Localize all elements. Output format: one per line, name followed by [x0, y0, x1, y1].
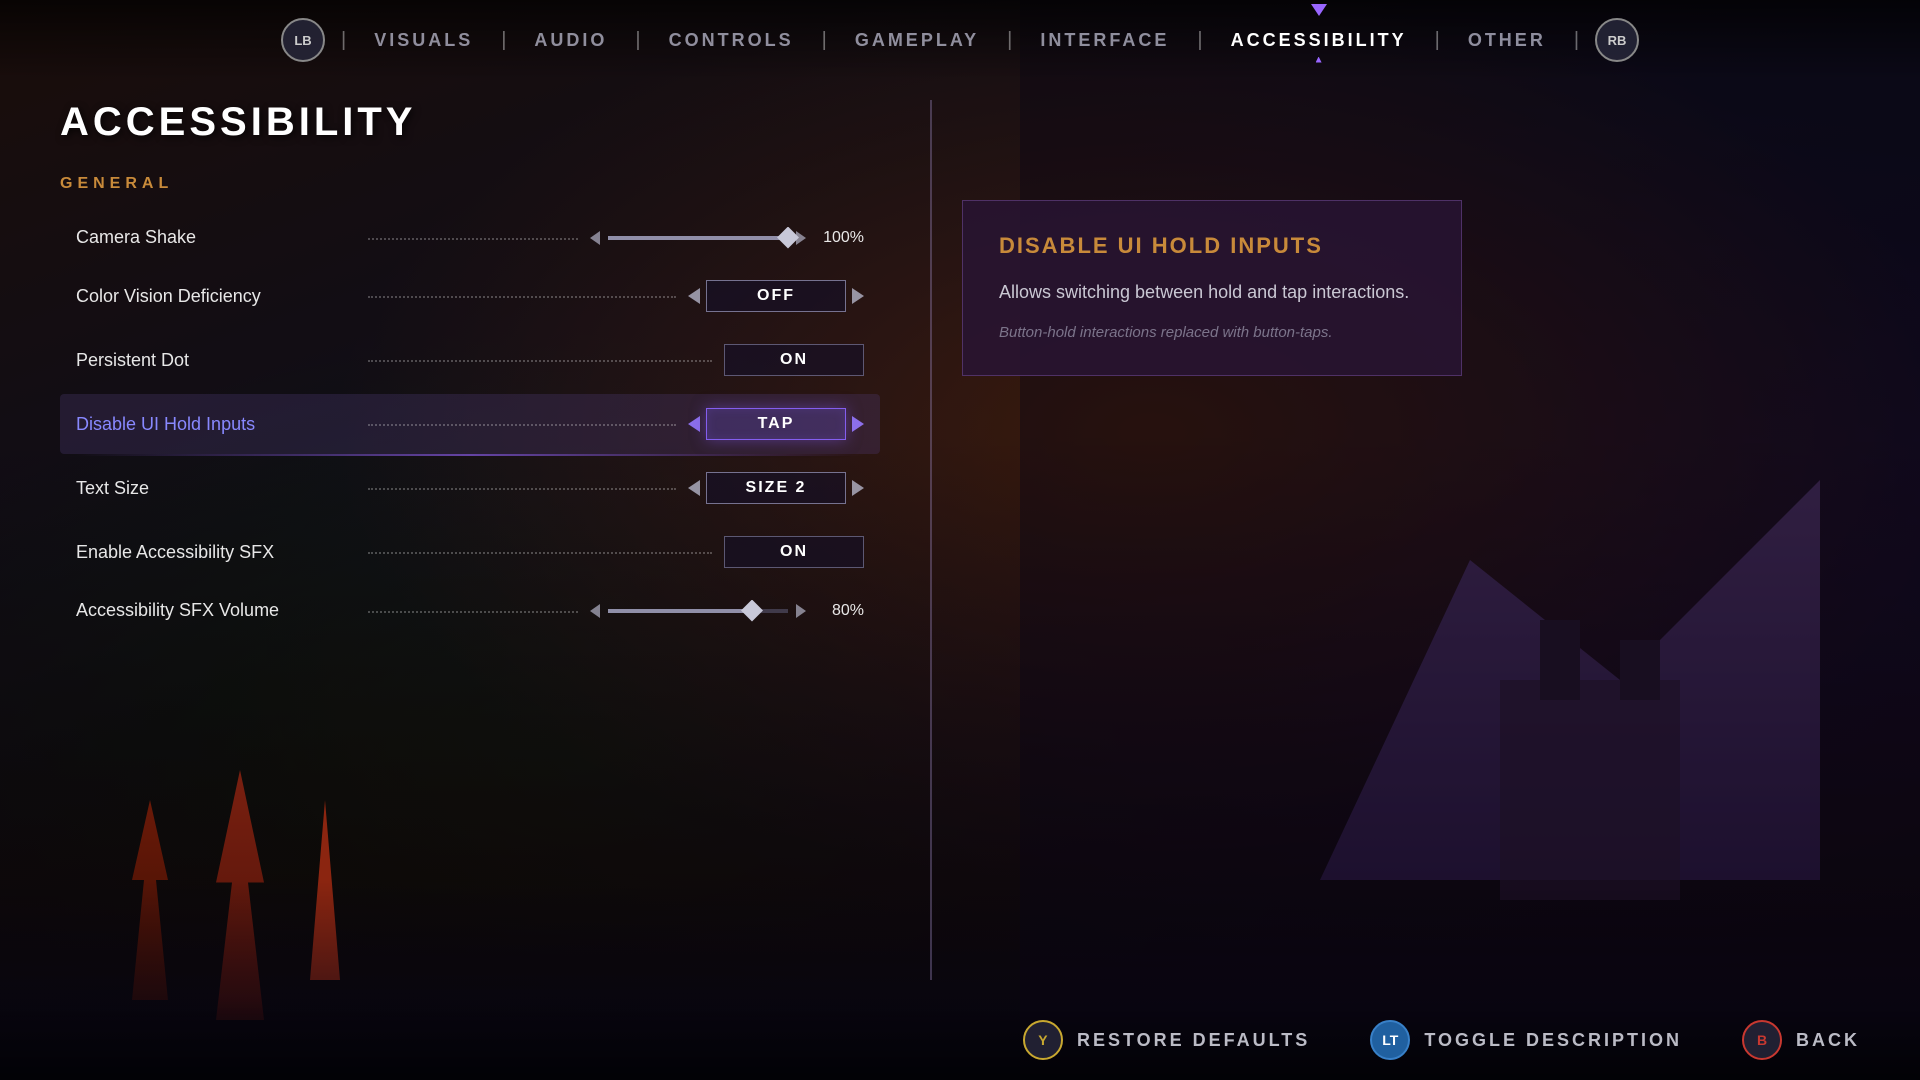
- nav-audio[interactable]: AUDIO: [522, 22, 619, 59]
- dots-accessibility-sfx-volume: [368, 611, 578, 613]
- toggle-value-accessibility-sfx: ON: [724, 536, 864, 568]
- main-content: ACCESSIBILITY GENERAL Camera Shake: [0, 80, 1920, 1000]
- nav-sep-4: |: [822, 29, 827, 52]
- setting-label-persistent-dot: Persistent Dot: [76, 350, 356, 371]
- setting-camera-shake[interactable]: Camera Shake 100%: [60, 213, 880, 262]
- slider-left-arrow-camera-shake[interactable]: [590, 231, 600, 245]
- top-navigation: LB | VISUALS | AUDIO | CONTROLS | GAMEPL…: [0, 0, 1920, 80]
- dots-text-size: [368, 488, 676, 490]
- active-nav-indicator: [1311, 4, 1327, 16]
- back-label: BACK: [1796, 1030, 1860, 1051]
- slider-fill-sfx-vol: [608, 609, 752, 613]
- slider-value-sfx-vol: 80%: [814, 602, 864, 620]
- toggle-description-label: TOGGLE DESCRIPTION: [1424, 1030, 1682, 1051]
- toggle-value-persistent-dot: ON: [724, 344, 864, 376]
- setting-accessibility-sfx-volume[interactable]: Accessibility SFX Volume 80%: [60, 586, 880, 635]
- nav-visuals[interactable]: VISUALS: [362, 22, 485, 59]
- toggle-value-text-size: SIZE 2: [706, 472, 846, 504]
- nav-interface[interactable]: INTERFACE: [1028, 22, 1181, 59]
- back-action[interactable]: B BACK: [1742, 1020, 1860, 1060]
- setting-label-color-vision: Color Vision Deficiency: [76, 286, 356, 307]
- toggle-description-action[interactable]: LT TOGGLE DESCRIPTION: [1370, 1020, 1682, 1060]
- description-box: DISABLE UI HOLD INPUTS Allows switching …: [962, 200, 1462, 376]
- toggle-right-arrow-color-vision[interactable]: [852, 288, 864, 304]
- slider-right-arrow-sfx-vol[interactable]: [796, 604, 806, 618]
- section-label: GENERAL: [60, 175, 880, 193]
- bottom-bar: Y RESTORE DEFAULTS LT TOGGLE DESCRIPTION…: [0, 1000, 1920, 1080]
- toggle-accessibility-sfx[interactable]: ON: [724, 536, 864, 568]
- setting-accessibility-sfx[interactable]: Enable Accessibility SFX ON: [60, 522, 880, 582]
- description-title: DISABLE UI HOLD INPUTS: [999, 233, 1425, 259]
- setting-text-size[interactable]: Text Size SIZE 2: [60, 458, 880, 518]
- toggle-value-disable-ui-hold: TAP: [706, 408, 846, 440]
- main-container: LB | VISUALS | AUDIO | CONTROLS | GAMEPL…: [0, 0, 1920, 1080]
- setting-label-text-size: Text Size: [76, 478, 356, 499]
- toggle-description-button-icon: LT: [1370, 1020, 1410, 1060]
- dots-persistent-dot: [368, 360, 712, 362]
- setting-label-accessibility-sfx: Enable Accessibility SFX: [76, 542, 356, 563]
- toggle-disable-ui-hold[interactable]: TAP: [688, 408, 864, 440]
- setting-disable-ui-hold[interactable]: Disable UI Hold Inputs TAP: [60, 394, 880, 454]
- slider-value-camera-shake: 100%: [814, 229, 864, 247]
- right-panel: DISABLE UI HOLD INPUTS Allows switching …: [942, 100, 1860, 980]
- nav-gameplay[interactable]: GAMEPLAY: [843, 22, 991, 59]
- slider-accessibility-sfx-volume[interactable]: 80%: [590, 602, 864, 620]
- toggle-left-arrow-disable-ui-hold[interactable]: [688, 416, 700, 432]
- restore-defaults-button-icon: Y: [1023, 1020, 1063, 1060]
- nav-sep-7: |: [1435, 29, 1440, 52]
- toggle-text-size[interactable]: SIZE 2: [688, 472, 864, 504]
- description-note: Button-hold interactions replaced with b…: [999, 322, 1425, 343]
- nav-controls[interactable]: CONTROLS: [657, 22, 806, 59]
- toggle-right-arrow-text-size[interactable]: [852, 480, 864, 496]
- dots-color-vision: [368, 296, 676, 298]
- active-glow: [76, 454, 864, 456]
- rb-button[interactable]: RB: [1595, 18, 1639, 62]
- restore-defaults-action[interactable]: Y RESTORE DEFAULTS: [1023, 1020, 1310, 1060]
- slider-fill-camera-shake: [608, 236, 788, 240]
- nav-items: LB | VISUALS | AUDIO | CONTROLS | GAMEPL…: [281, 18, 1639, 62]
- nav-sep-5: |: [1007, 29, 1012, 52]
- description-text: Allows switching between hold and tap in…: [999, 279, 1425, 306]
- slider-track-camera-shake: [608, 236, 788, 240]
- toggle-persistent-dot[interactable]: ON: [724, 344, 864, 376]
- settings-list: Camera Shake 100% Color Vision Defi: [60, 213, 880, 635]
- setting-persistent-dot[interactable]: Persistent Dot ON: [60, 330, 880, 390]
- setting-label-disable-ui-hold: Disable UI Hold Inputs: [76, 414, 356, 435]
- toggle-left-arrow-text-size[interactable]: [688, 480, 700, 496]
- slider-thumb-sfx-vol: [741, 600, 763, 622]
- nav-sep-2: |: [501, 29, 506, 52]
- back-button-icon: B: [1742, 1020, 1782, 1060]
- dots-accessibility-sfx: [368, 552, 712, 554]
- toggle-value-color-vision: OFF: [706, 280, 846, 312]
- setting-label-accessibility-sfx-volume: Accessibility SFX Volume: [76, 600, 356, 621]
- toggle-left-arrow-color-vision[interactable]: [688, 288, 700, 304]
- page-title: ACCESSIBILITY: [60, 100, 880, 145]
- nav-other[interactable]: OTHER: [1456, 22, 1558, 59]
- dots-camera-shake: [368, 238, 578, 240]
- lb-button[interactable]: LB: [281, 18, 325, 62]
- restore-defaults-label: RESTORE DEFAULTS: [1077, 1030, 1310, 1051]
- setting-label-camera-shake: Camera Shake: [76, 227, 356, 248]
- slider-left-arrow-sfx-vol[interactable]: [590, 604, 600, 618]
- nav-accessibility[interactable]: ACCESSIBILITY: [1219, 22, 1419, 59]
- toggle-right-arrow-disable-ui-hold[interactable]: [852, 416, 864, 432]
- nav-sep-1: |: [341, 29, 346, 52]
- nav-sep-6: |: [1197, 29, 1202, 52]
- slider-track-sfx-vol: [608, 609, 788, 613]
- slider-camera-shake[interactable]: 100%: [590, 229, 864, 247]
- setting-color-vision[interactable]: Color Vision Deficiency OFF: [60, 266, 880, 326]
- panel-divider: [930, 100, 932, 980]
- dots-disable-ui-hold: [368, 424, 676, 426]
- nav-sep-8: |: [1574, 29, 1579, 52]
- left-panel: ACCESSIBILITY GENERAL Camera Shake: [60, 100, 920, 980]
- nav-sep-3: |: [635, 29, 640, 52]
- toggle-color-vision[interactable]: OFF: [688, 280, 864, 312]
